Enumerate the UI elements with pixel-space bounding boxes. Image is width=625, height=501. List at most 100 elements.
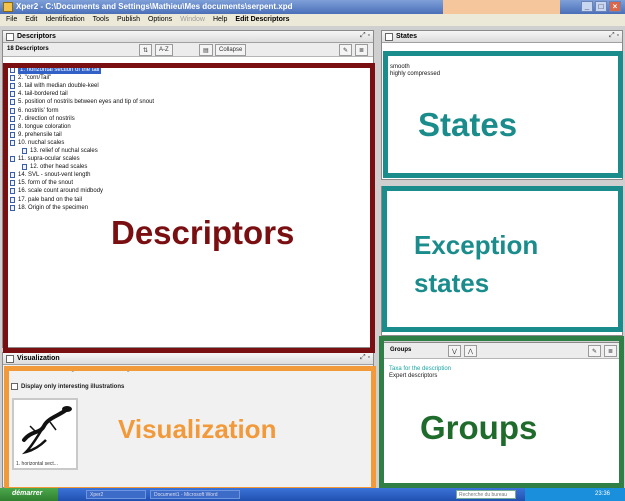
interesting-illustrations-option[interactable]: Display only interesting illustrations (11, 383, 124, 390)
menu-identification[interactable]: Identification (45, 16, 84, 26)
thumbnail-caption: 1. horizontal sect... (16, 461, 58, 467)
lizard-image (21, 406, 72, 455)
descriptor-label: 5. position of nostrils between eyes and… (18, 99, 155, 106)
list-icon[interactable]: ≣ (604, 345, 618, 357)
tab-diagram[interactable]: Diagram (119, 367, 138, 373)
title-accent (443, 0, 560, 14)
descriptor-label: 1. horizontal section of the tail (18, 66, 102, 75)
descriptor-item[interactable]: 16. scale count around midbody (10, 187, 370, 195)
xper-window: Xper2 - C:\Documents and Settings\Mathie… (0, 0, 625, 501)
descriptor-label: 2. "corn/Tail" (18, 75, 52, 82)
menu-edit[interactable]: Edit (25, 16, 37, 26)
maximize-pane-icon[interactable]: ⤢ ▫ (360, 32, 370, 40)
desktop-search-input[interactable]: Recherche du bureau (456, 490, 516, 499)
descriptor-icon (22, 147, 27, 154)
descriptor-item[interactable]: 9. prehensile tail (10, 131, 370, 139)
descriptor-icon (10, 123, 15, 130)
descriptor-icon (10, 139, 15, 146)
descriptor-icon (10, 180, 15, 187)
descriptor-item[interactable]: 8. tongue coloration (10, 123, 370, 131)
descriptor-label: 18. Origin of the specimen (18, 204, 89, 211)
descriptor-item[interactable]: 13. relief of nuchal scales (10, 147, 370, 155)
menu-publish[interactable]: Publish (117, 16, 140, 26)
descriptor-item[interactable]: 1. horizontal section of the tail (10, 66, 370, 75)
illustrations-checkbox[interactable] (11, 383, 18, 390)
exception-overlay-label: Exception states (414, 230, 539, 298)
descriptor-icon (10, 204, 15, 211)
visualization-title-text: Visualization (17, 355, 60, 362)
descriptor-item[interactable]: 15. form of the snout (10, 179, 370, 187)
descriptor-item[interactable]: 6. nostrils' form (10, 106, 370, 114)
menu-help[interactable]: Help (213, 16, 227, 26)
pane-checkbox[interactable] (385, 33, 393, 41)
maximize-button[interactable]: □ (595, 1, 607, 12)
descriptor-icon (22, 164, 27, 171)
descriptor-icon (10, 67, 15, 74)
tab-visualization[interactable]: Visualization (85, 367, 113, 373)
sort-icon[interactable]: ⇅ (139, 44, 153, 56)
taskbar-item[interactable]: Document1 - Microsoft Word (150, 490, 240, 499)
menu-file[interactable]: File (6, 16, 17, 26)
descriptor-icon (10, 91, 15, 98)
pane-checkbox[interactable] (6, 33, 14, 41)
menu-window[interactable]: Window (180, 16, 205, 26)
states-list: smooth highly compressed (390, 64, 440, 78)
taskbar-item[interactable]: Xper2 (86, 490, 146, 499)
groups-title-text: Groups (390, 347, 412, 353)
state-item[interactable]: highly compressed (390, 71, 440, 78)
descriptor-item[interactable]: 2. "corn/Tail" (10, 74, 370, 82)
maximize-pane-icon[interactable]: ⤢ ▫ (360, 354, 370, 362)
start-button[interactable]: démarrer (0, 488, 58, 501)
descriptor-icon (10, 99, 15, 106)
descriptor-item[interactable]: 3. tail with median double-keel (10, 82, 370, 90)
descriptor-item[interactable]: 12. other head scales (10, 163, 370, 171)
group-item[interactable]: Taxa for the description (389, 366, 451, 373)
descriptors-overlay-label: Descriptors (111, 214, 295, 251)
system-tray: 23:36 (525, 488, 625, 501)
minimize-button[interactable]: _ (581, 1, 593, 12)
state-item[interactable]: smooth (390, 64, 440, 71)
descriptors-title-text: Descriptors (17, 33, 56, 40)
descriptor-tree: 1. horizontal section of the tail 2. "cor… (10, 66, 370, 212)
descriptor-icon (10, 75, 15, 82)
menu-edit-descriptors[interactable]: Edit Descriptors (235, 16, 289, 26)
descriptor-item[interactable]: 5. position of nostrils between eyes and… (10, 98, 370, 106)
descriptor-icon (10, 156, 15, 163)
pane-checkbox[interactable] (6, 355, 14, 363)
descriptor-item[interactable]: 4. tail-bordered tail (10, 90, 370, 98)
collapse-groups-icon[interactable]: ⋁ (448, 345, 461, 357)
maximize-pane-icon[interactable]: ⤢ ▫ (609, 32, 619, 40)
sort-alpha-button[interactable]: A-Z (155, 44, 173, 56)
expand-groups-icon[interactable]: ⋀ (464, 345, 477, 357)
descriptor-item[interactable]: 17. pale band on the tail (10, 196, 370, 204)
edit-icon[interactable]: ✎ (339, 44, 353, 56)
descriptor-label: 7. direction of nostrils (18, 115, 75, 122)
illustrations-checkbox-label: Display only interesting illustrations (21, 383, 125, 390)
descriptor-item[interactable]: 18. Origin of the specimen (10, 204, 370, 212)
states-pane-title: States ⤢ ▫ (382, 31, 622, 43)
descriptor-label: 11. supra-ocular scales (18, 156, 80, 163)
menu-options[interactable]: Options (148, 16, 172, 26)
collapse-button[interactable]: Collapse (215, 44, 247, 56)
group-item[interactable]: Expert descriptors (389, 373, 451, 380)
descriptor-label: 4. tail-bordered tail (18, 91, 68, 98)
list-icon[interactable]: ≣ (355, 44, 369, 56)
descriptor-item[interactable]: 11. supra-ocular scales (10, 155, 370, 163)
descriptor-label: 6. nostrils' form (18, 107, 59, 114)
tab-images[interactable]: Images (63, 367, 79, 373)
tree-icon[interactable]: ▤ (199, 44, 213, 56)
visualization-tabs: Images Visualization Diagram (63, 367, 138, 373)
close-button[interactable]: × (609, 1, 621, 12)
descriptor-item[interactable]: 10. nuchal scales (10, 139, 370, 147)
descriptor-count: 18 Descriptors (7, 46, 49, 52)
specimen-thumbnail[interactable]: 1. horizontal sect... (12, 398, 78, 470)
menu-tools[interactable]: Tools (93, 16, 109, 26)
clock: 23:36 (595, 491, 611, 497)
descriptor-item[interactable]: 7. direction of nostrils (10, 115, 370, 123)
edit-icon[interactable]: ✎ (588, 345, 602, 357)
descriptor-icon (10, 107, 15, 114)
descriptor-label: 13. relief of nuchal scales (30, 147, 98, 154)
descriptor-item[interactable]: 14. SVL - snout-vent length (10, 171, 370, 179)
taskbar: démarrer Xper2 Document1 - Microsoft Wor… (0, 488, 625, 501)
descriptor-label: 10. nuchal scales (18, 139, 65, 146)
